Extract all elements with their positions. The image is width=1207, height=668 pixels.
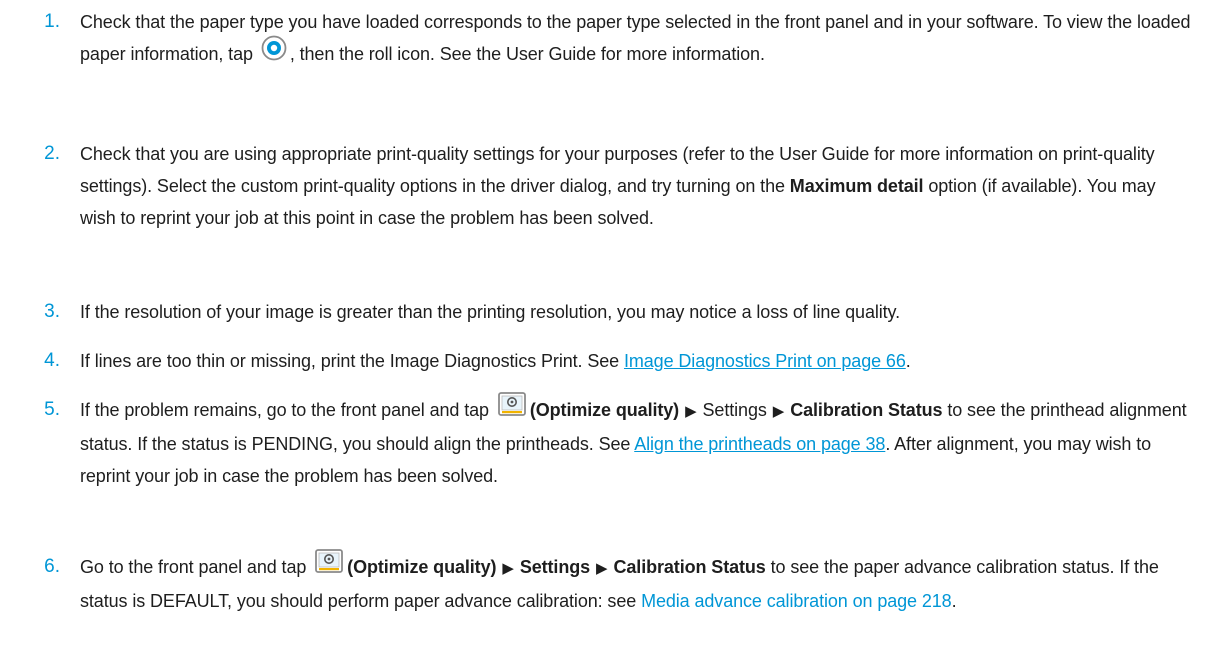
step-number: 4. [44, 350, 60, 371]
document-page: 1. Check that the paper type you have lo… [0, 0, 1207, 668]
link-media-advance-calibration[interactable]: Media advance calibration on page 218 [641, 591, 952, 611]
link-align-printheads[interactable]: Align the printheads on page 38 [634, 434, 885, 454]
step-text-part: Go to the front panel and tap [80, 557, 312, 577]
step-text: If the problem remains, go to the front … [80, 391, 1195, 492]
menu-item-calibration-status: Calibration Status [790, 400, 943, 420]
paper-info-icon [261, 35, 287, 71]
step-text: If lines are too thin or missing, print … [80, 345, 1195, 377]
step-text-part: If the problem remains, go to the front … [80, 400, 494, 420]
menu-item-optimize-quality: (Optimize quality) [529, 400, 680, 420]
step-text: Go to the front panel and tap (Optimize … [80, 548, 1195, 617]
step-text-part: . [951, 591, 957, 611]
optimize-quality-icon [314, 548, 344, 584]
menu-item-calibration-status: Calibration Status [613, 557, 766, 577]
step-text: If the resolution of your image is great… [80, 302, 901, 322]
optimize-quality-icon [497, 391, 527, 427]
arrow-right-icon: ▶ [685, 403, 697, 420]
step-number: 2. [44, 143, 60, 164]
step-number: 5. [44, 399, 60, 420]
step-text-part: . [905, 351, 911, 371]
step-number: 6. [44, 556, 60, 577]
step-number: 3. [44, 301, 60, 322]
arrow-right-icon: ▶ [502, 560, 514, 577]
menu-item-settings: Settings [702, 400, 767, 420]
step-number: 1. [44, 11, 60, 32]
step-text: Check that the paper type you have loade… [80, 6, 1195, 71]
option-name: Maximum detail [789, 176, 924, 196]
link-image-diagnostics-print[interactable]: Image Diagnostics Print on page 66 [624, 351, 906, 371]
arrow-right-icon: ▶ [596, 560, 608, 577]
menu-item-settings: Settings [519, 557, 591, 577]
arrow-right-icon: ▶ [772, 403, 785, 420]
step-text-part: , then the roll icon. See the User Guide… [289, 44, 765, 64]
menu-item-optimize-quality: (Optimize quality) [347, 557, 497, 577]
step-text-part: If lines are too thin or missing, print … [80, 351, 624, 371]
step-text: Check that you are using appropriate pri… [80, 138, 1195, 234]
